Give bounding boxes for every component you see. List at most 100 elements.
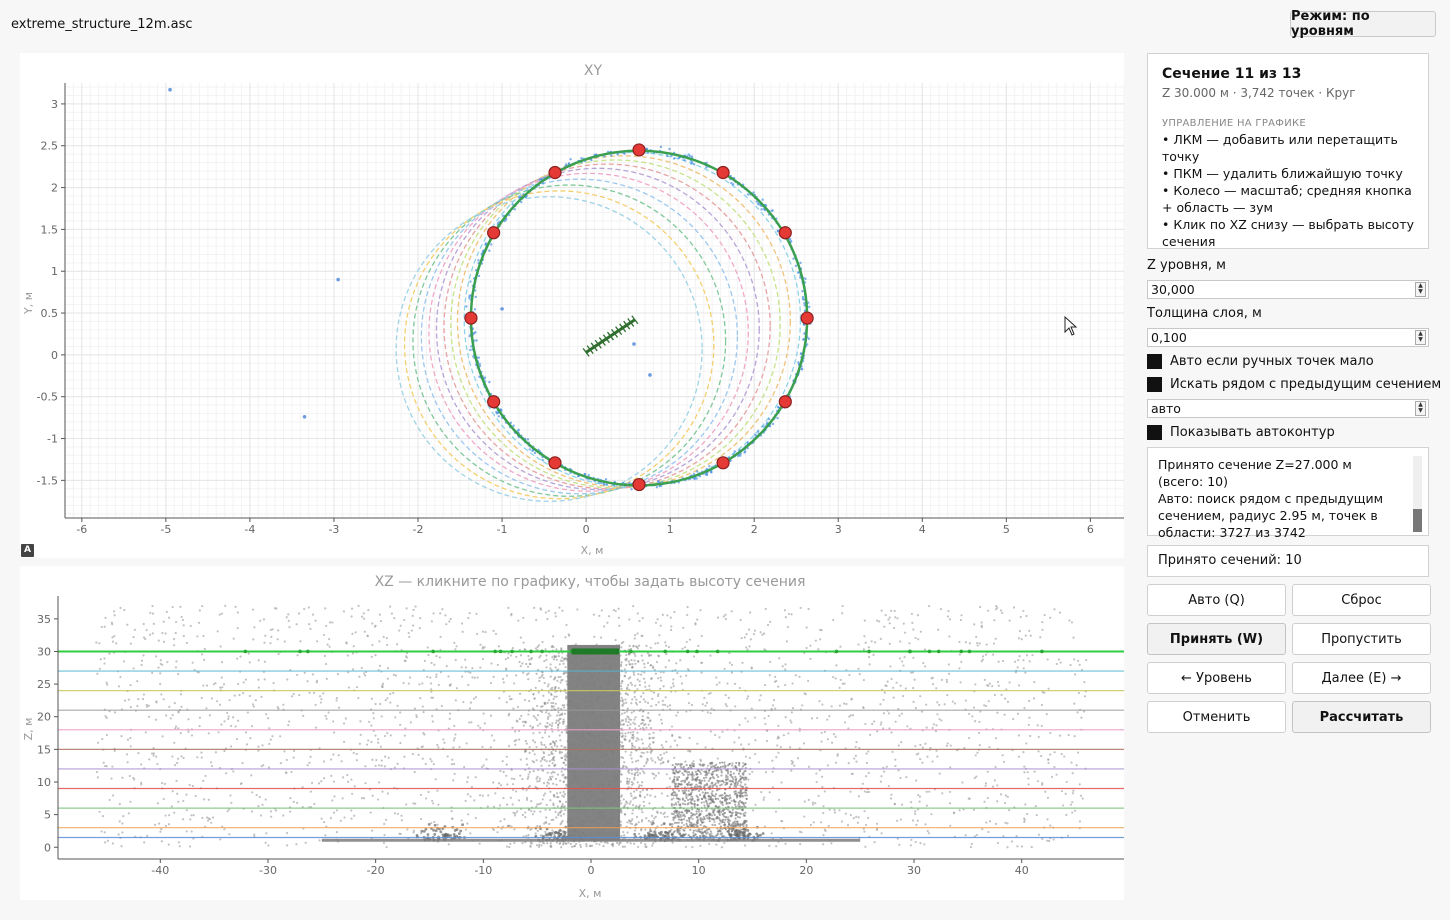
xz-noise-point [688, 638, 692, 641]
xz-noise-point [357, 604, 360, 607]
xy-scan-point [478, 362, 481, 366]
xz-noise-point [409, 721, 412, 724]
xy-plot[interactable]: -6 -5 -4 -3 -2 -1 0 1 2 3 4 5 6 3 2.5 2 1.5 1 0.5 0 -0.5 -1 -1… [20, 53, 1124, 558]
xz-noise-point [177, 841, 181, 844]
xz-noise-point [384, 755, 387, 758]
xz-noise-point [1006, 795, 1009, 798]
xz-chart-svg[interactable]: -40 -30 -20 -10 0 10 20 30 4035302520151050 XZ —… [20, 566, 1124, 900]
xz-noise-point [914, 707, 917, 710]
xz-noise-point [319, 701, 322, 704]
xz-noise-point [177, 727, 180, 730]
xz-cloud-point [666, 794, 669, 798]
xz-noise-point [867, 655, 871, 659]
xz-cloud-point [629, 754, 632, 757]
xz-noise-point [445, 665, 448, 668]
xz-cloud-point [625, 659, 628, 662]
xz-noise-point [220, 612, 224, 615]
xz-noise-point [452, 739, 455, 742]
xz-plot[interactable]: -40 -30 -20 -10 0 10 20 30 40 35 30 25 20 15 10 5 0 XZ —… [20, 566, 1124, 900]
xz-cloud-point [629, 800, 632, 803]
xz-noise-point [740, 637, 743, 640]
xy-chart-svg[interactable]: -6 -5 -4 -3 -2 -1 0 1 2 3 4 5 632.521.510.50-0.5-1-1… [20, 53, 1124, 558]
xz-noise-point [269, 642, 272, 645]
xz-noise-point [544, 731, 547, 734]
xz-noise-point [172, 637, 176, 641]
xz-noise-point [160, 693, 163, 696]
xz-noise-point [492, 629, 495, 632]
xz-noise-point [858, 673, 861, 676]
xz-noise-point [292, 749, 296, 752]
xz-noise-point [926, 755, 929, 758]
xz-noise-point [909, 844, 912, 847]
xz-noise-point [279, 762, 282, 765]
xy-control-point-9 [487, 395, 501, 409]
xz-noise-point [777, 724, 780, 728]
xy-x-tick-label: 0 [583, 523, 590, 536]
xz-noise-point [262, 618, 266, 621]
xz-noise-point [871, 722, 874, 726]
xz-cloud-point [562, 790, 565, 793]
xy-control-point-2 [716, 165, 730, 180]
xz-noise-point [857, 795, 860, 798]
xz-noise-point [247, 652, 250, 655]
xz-noise-point [414, 605, 417, 608]
xz-noise-point [389, 734, 392, 737]
xz-noise-point [814, 639, 817, 642]
xz-cloud-point [538, 780, 541, 783]
xz-noise-point [363, 674, 367, 677]
xy-scan-point [797, 361, 800, 364]
xz-cloud-point [590, 844, 594, 847]
xz-noise-point [872, 653, 875, 656]
xz-noise-point [898, 714, 901, 717]
xz-noise-point [435, 654, 438, 658]
xz-noise-point [763, 796, 766, 799]
xz-cloud-point [678, 736, 681, 739]
xz-noise-point [915, 823, 918, 826]
xz-cloud-point [555, 658, 558, 661]
xz-cloud-point [489, 714, 493, 717]
xz-noise-point [879, 637, 882, 640]
xz-noise-point [682, 823, 686, 827]
xz-noise-point [370, 655, 373, 658]
xz-noise-point [1008, 619, 1011, 622]
xz-noise-point [1028, 699, 1031, 703]
xz-cloud-point [644, 700, 647, 703]
xz-noise-point [1067, 733, 1070, 737]
xz-noise-point [429, 676, 432, 679]
xz-noise-point [790, 759, 793, 762]
xz-noise-point [675, 714, 678, 717]
xz-noise-point [102, 761, 105, 764]
xz-cloud-point [548, 775, 552, 779]
xz-noise-point [113, 634, 116, 638]
xz-noise-point [191, 661, 194, 664]
xz-noise-point [435, 673, 438, 676]
xz-noise-point [807, 798, 810, 801]
xz-noise-point [875, 822, 879, 825]
xz-noise-point [258, 795, 261, 799]
xz-cloud-point [675, 662, 678, 665]
xz-noise-point [468, 707, 471, 710]
xy-scan-point [513, 208, 517, 211]
xz-cloud-point [528, 746, 531, 749]
mode-button[interactable]: Режим: по уровням [1290, 9, 1436, 39]
xz-noise-point [168, 814, 171, 817]
xz-noise-point [977, 731, 981, 735]
autoscale-a-icon[interactable]: A [21, 544, 34, 557]
xz-noise-point [745, 632, 748, 636]
xz-noise-point [1071, 792, 1075, 795]
xz-cloud-point [549, 841, 552, 845]
xz-noise-point [144, 637, 147, 641]
xz-noise-point [450, 763, 453, 766]
xz-noise-point [912, 686, 915, 690]
xz-cloud-point [641, 718, 644, 722]
xz-noise-point [815, 772, 818, 775]
xz-noise-point [155, 755, 158, 758]
xz-noise-point [805, 626, 808, 629]
xz-noise-point [793, 764, 796, 767]
xy-scan-point [623, 152, 626, 155]
xz-noise-point [533, 753, 536, 756]
xz-noise-point [864, 823, 868, 827]
xz-cloud-point [621, 845, 625, 848]
xz-noise-point [318, 695, 322, 698]
xz-noise-point [283, 750, 286, 753]
